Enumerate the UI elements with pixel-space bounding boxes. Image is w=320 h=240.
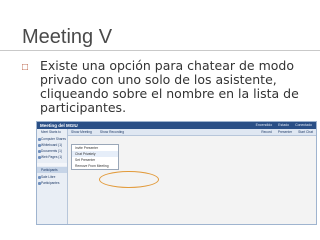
top-link[interactable]: Estado xyxy=(278,122,289,129)
bullet-square-icon: □ xyxy=(22,62,29,73)
window-titlebar: Meeting del MGIU Encendido Estado Conect… xyxy=(37,122,316,129)
sidebar-item[interactable]: Participantes xyxy=(37,180,67,186)
presenter-button[interactable]: Presenter xyxy=(278,129,292,135)
participant-context-menu: Invite Presenter Chat Privately Set Pres… xyxy=(71,144,119,170)
toolbar-button[interactable]: Show Recording xyxy=(100,129,124,135)
meeting-sidebar: Meet Starts to Computer Shares Whiteboar… xyxy=(37,129,68,224)
top-link[interactable]: Encendido xyxy=(256,122,273,129)
sidebar-item[interactable]: Meet Starts to xyxy=(37,129,67,135)
embedded-screenshot: Meeting del MGIU Encendido Estado Conect… xyxy=(36,121,317,225)
sidebar-spacer xyxy=(37,163,67,166)
highlight-oval xyxy=(99,171,159,188)
title-divider xyxy=(0,50,320,51)
meeting-toolbar: Show Meeting Show Recording Record Prese… xyxy=(68,129,316,136)
sidebar-item-label: Meet Starts to xyxy=(41,130,61,134)
record-button[interactable]: Record xyxy=(261,129,272,135)
sidebar-item-label: Web Pages (1) xyxy=(41,155,63,159)
top-links: Encendido Estado Conectado xyxy=(256,122,312,129)
window-title: Meeting del MGIU xyxy=(40,123,78,128)
sidebar-item-label: Participantes xyxy=(41,181,60,185)
sidebar-item[interactable]: Web Pages (1) xyxy=(37,154,67,160)
top-link[interactable]: Conectado xyxy=(295,122,312,129)
toolbar-button[interactable]: Show Meeting xyxy=(71,129,92,135)
bullet-text: Existe una opción para chatear de modo p… xyxy=(40,58,299,115)
start-chat-button[interactable]: Start Chat xyxy=(298,129,313,135)
slide-title: Meeting V xyxy=(22,26,113,48)
sidebar-item-label: Participants xyxy=(41,168,58,172)
sidebar-section-participants[interactable]: Participants xyxy=(37,167,67,173)
menu-item-remove-from-meeting[interactable]: Remove From Meeting xyxy=(72,163,118,169)
